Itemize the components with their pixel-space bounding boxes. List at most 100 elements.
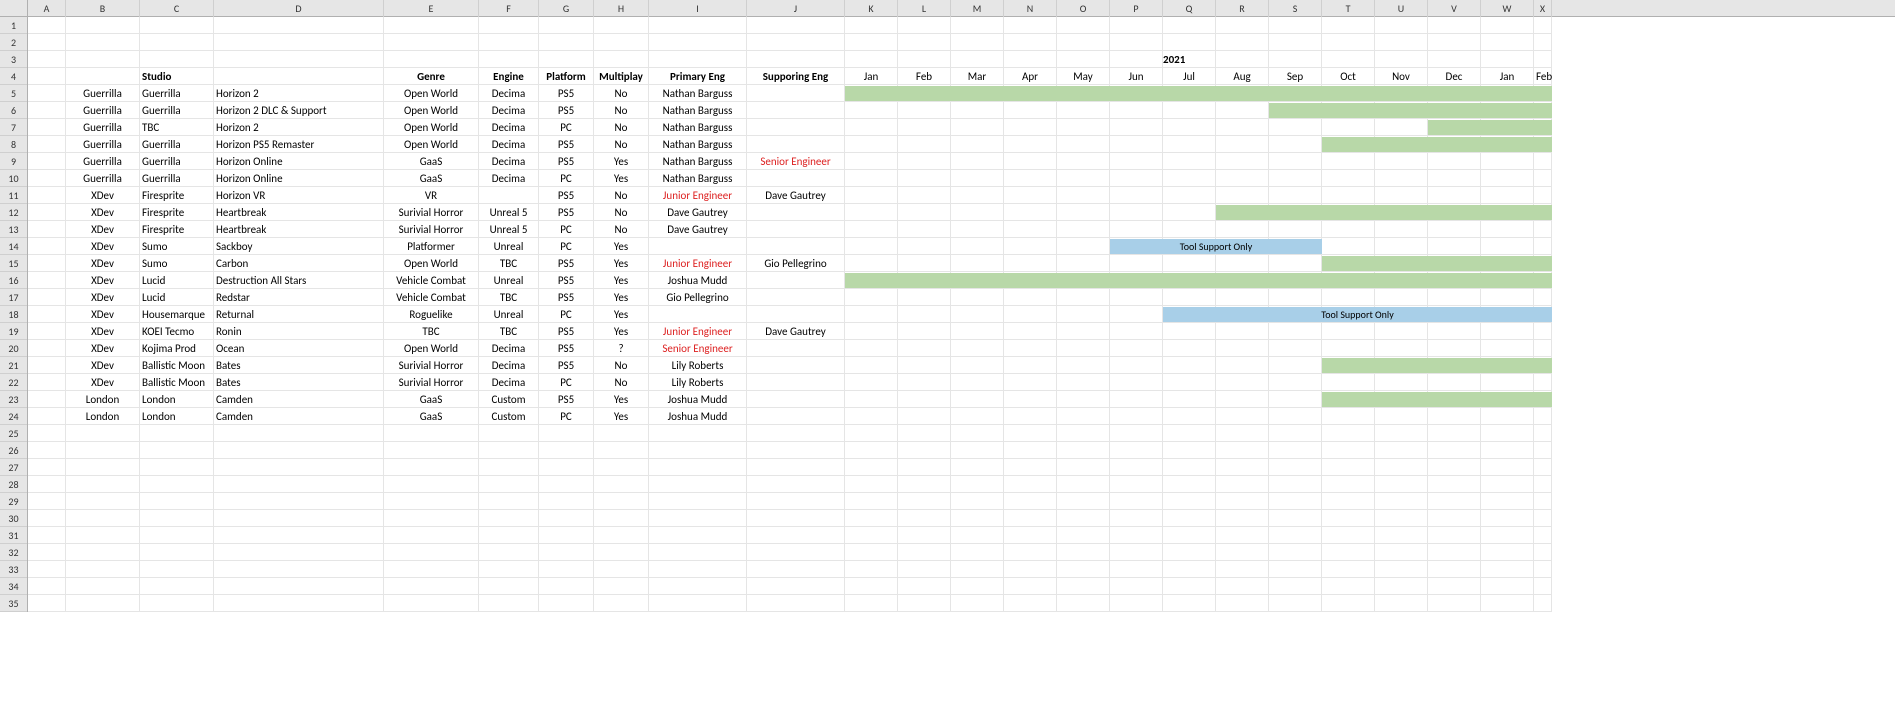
studio-cell[interactable]: Sumo (140, 238, 214, 255)
supporting-eng-cell[interactable] (747, 357, 845, 374)
title-cell[interactable]: Heartbreak (214, 204, 384, 221)
title-cell[interactable]: Bates (214, 357, 384, 374)
multiplay-cell[interactable]: Yes (594, 391, 649, 408)
primary-eng-cell[interactable]: Dave Gautrey (649, 221, 747, 238)
org-cell[interactable]: XDev (66, 255, 140, 272)
multiplay-cell[interactable]: Yes (594, 408, 649, 425)
select-all-corner[interactable] (0, 0, 28, 17)
platform-cell[interactable]: PS5 (539, 102, 594, 119)
studio-cell[interactable]: KOEI Tecmo (140, 323, 214, 340)
col-header-E[interactable]: E (384, 0, 479, 17)
engine-cell[interactable]: TBC (479, 289, 539, 306)
col-header-H[interactable]: H (594, 0, 649, 17)
genre-cell[interactable]: Surivial Horror (384, 357, 479, 374)
row-header-18[interactable]: 18 (0, 306, 27, 323)
title-cell[interactable]: Destruction All Stars (214, 272, 384, 289)
multiplay-cell[interactable]: No (594, 187, 649, 204)
row-header-35[interactable]: 35 (0, 595, 27, 612)
genre-cell[interactable]: Open World (384, 102, 479, 119)
primary-eng-cell[interactable]: Nathan Barguss (649, 85, 747, 102)
multiplay-cell[interactable]: Yes (594, 170, 649, 187)
row-header-27[interactable]: 27 (0, 459, 27, 476)
genre-cell[interactable]: VR (384, 187, 479, 204)
org-cell[interactable]: XDev (66, 187, 140, 204)
platform-cell[interactable]: PC (539, 119, 594, 136)
row-header-7[interactable]: 7 (0, 119, 27, 136)
supporting-eng-cell[interactable]: Senior Engineer (747, 153, 845, 170)
genre-cell[interactable]: Surivial Horror (384, 204, 479, 221)
col-header-O[interactable]: O (1057, 0, 1110, 17)
genre-cell[interactable]: Surivial Horror (384, 374, 479, 391)
supporting-eng-cell[interactable] (747, 136, 845, 153)
studio-cell[interactable]: Lucid (140, 272, 214, 289)
row-header-16[interactable]: 16 (0, 272, 27, 289)
row-header-33[interactable]: 33 (0, 561, 27, 578)
title-cell[interactable]: Horizon 2 (214, 85, 384, 102)
col-header-D[interactable]: D (214, 0, 384, 17)
engine-cell[interactable]: Decima (479, 85, 539, 102)
studio-cell[interactable]: London (140, 408, 214, 425)
studio-cell[interactable]: Guerrilla (140, 136, 214, 153)
title-cell[interactable]: Carbon (214, 255, 384, 272)
title-cell[interactable]: Horizon Online (214, 153, 384, 170)
row-header-23[interactable]: 23 (0, 391, 27, 408)
platform-cell[interactable]: PS5 (539, 357, 594, 374)
studio-cell[interactable]: Guerrilla (140, 153, 214, 170)
genre-cell[interactable]: TBC (384, 323, 479, 340)
primary-eng-cell[interactable]: Junior Engineer (649, 187, 747, 204)
platform-cell[interactable]: PS5 (539, 323, 594, 340)
studio-cell[interactable]: Firesprite (140, 204, 214, 221)
multiplay-cell[interactable]: Yes (594, 306, 649, 323)
supporting-eng-cell[interactable] (747, 204, 845, 221)
title-cell[interactable]: Horizon 2 DLC & Support (214, 102, 384, 119)
col-header-L[interactable]: L (898, 0, 951, 17)
title-cell[interactable]: Returnal (214, 306, 384, 323)
multiplay-cell[interactable]: No (594, 374, 649, 391)
col-header-Q[interactable]: Q (1163, 0, 1216, 17)
supporting-eng-cell[interactable]: Dave Gautrey (747, 187, 845, 204)
row-header-22[interactable]: 22 (0, 374, 27, 391)
title-cell[interactable]: Sackboy (214, 238, 384, 255)
genre-cell[interactable]: GaaS (384, 391, 479, 408)
row-header-17[interactable]: 17 (0, 289, 27, 306)
genre-cell[interactable]: GaaS (384, 170, 479, 187)
title-cell[interactable]: Horizon 2 (214, 119, 384, 136)
title-cell[interactable]: Heartbreak (214, 221, 384, 238)
engine-cell[interactable]: TBC (479, 323, 539, 340)
row-header-14[interactable]: 14 (0, 238, 27, 255)
primary-eng-cell[interactable]: Joshua Mudd (649, 408, 747, 425)
col-header-A[interactable]: A (28, 0, 66, 17)
col-header-P[interactable]: P (1110, 0, 1163, 17)
org-cell[interactable]: XDev (66, 340, 140, 357)
org-cell[interactable]: XDev (66, 204, 140, 221)
platform-cell[interactable]: PC (539, 306, 594, 323)
org-cell[interactable]: XDev (66, 306, 140, 323)
supporting-eng-cell[interactable] (747, 85, 845, 102)
primary-eng-cell[interactable]: Nathan Barguss (649, 102, 747, 119)
row-header-31[interactable]: 31 (0, 527, 27, 544)
primary-eng-cell[interactable]: Lily Roberts (649, 357, 747, 374)
row-header-9[interactable]: 9 (0, 153, 27, 170)
engine-cell[interactable]: Decima (479, 170, 539, 187)
platform-cell[interactable]: PS5 (539, 340, 594, 357)
supporting-eng-cell[interactable] (747, 374, 845, 391)
col-header-K[interactable]: K (845, 0, 898, 17)
studio-cell[interactable]: TBC (140, 119, 214, 136)
studio-cell[interactable]: Guerrilla (140, 102, 214, 119)
row-header-2[interactable]: 2 (0, 34, 27, 51)
studio-cell[interactable]: Firesprite (140, 187, 214, 204)
col-header-J[interactable]: J (747, 0, 845, 17)
row-header-20[interactable]: 20 (0, 340, 27, 357)
col-header-F[interactable]: F (479, 0, 539, 17)
supporting-eng-cell[interactable] (747, 170, 845, 187)
row-header-4[interactable]: 4 (0, 68, 27, 85)
supporting-eng-cell[interactable] (747, 221, 845, 238)
org-cell[interactable]: XDev (66, 323, 140, 340)
row-header-24[interactable]: 24 (0, 408, 27, 425)
platform-cell[interactable]: PS5 (539, 391, 594, 408)
multiplay-cell[interactable]: ? (594, 340, 649, 357)
primary-eng-cell[interactable]: Nathan Barguss (649, 153, 747, 170)
platform-cell[interactable]: PC (539, 170, 594, 187)
platform-cell[interactable]: PC (539, 408, 594, 425)
primary-eng-cell[interactable]: Senior Engineer (649, 340, 747, 357)
